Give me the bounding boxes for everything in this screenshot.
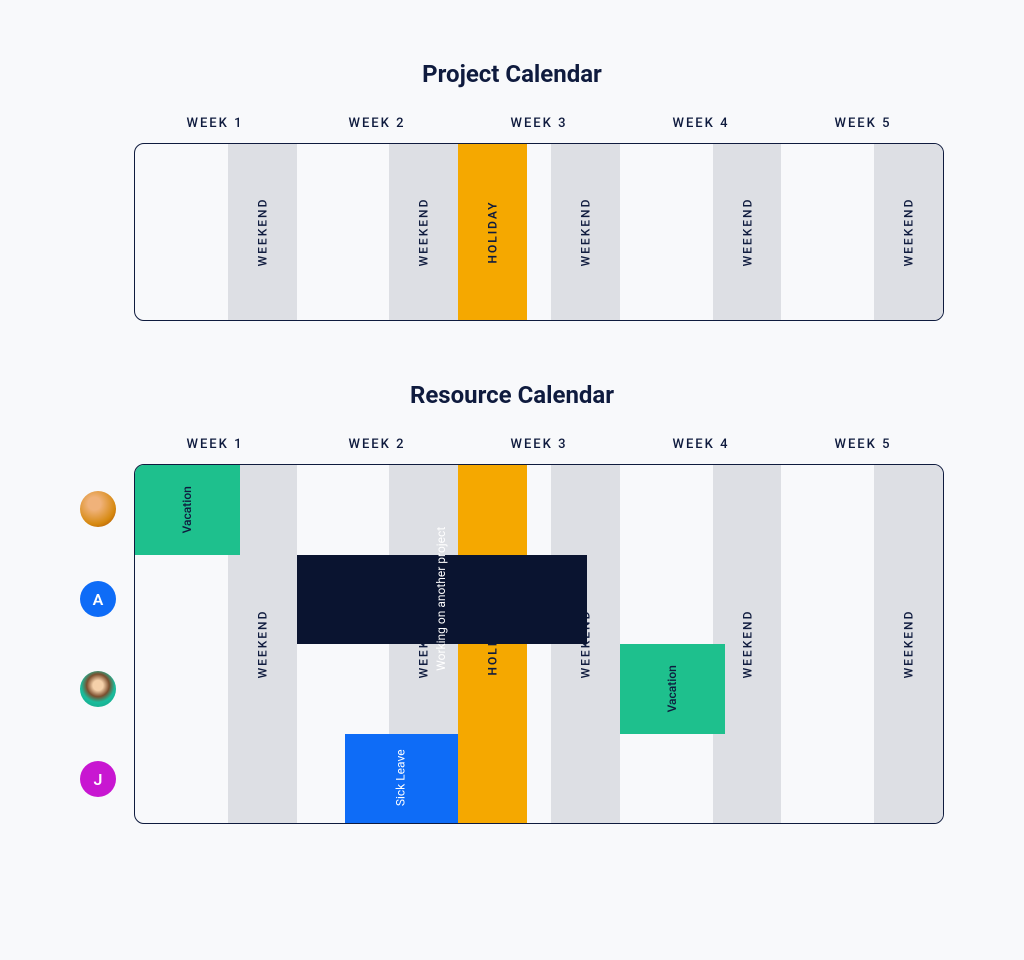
project-title: Project Calendar [80, 60, 944, 88]
resource-row: Vacation [135, 644, 943, 734]
week-header: WEEK 2 [296, 437, 458, 452]
weekend-strip: WEEKEND [228, 144, 297, 320]
resource-row: Working on another project [135, 555, 943, 645]
avatar [80, 491, 116, 527]
week-header: WEEK 1 [134, 116, 296, 131]
week-header: WEEK 3 [458, 437, 620, 452]
bar-sick-leave: Sick Leave [345, 734, 458, 824]
avatar: J [80, 761, 116, 797]
week-header: WEEK 4 [620, 437, 782, 452]
avatar-column: A J [80, 464, 134, 824]
holiday-strip: HOLIDAY [458, 144, 527, 320]
resource-wrapper: A J WEEKEND WEEKEND WEEKEND [80, 464, 944, 824]
bar-vacation: Vacation [135, 465, 240, 555]
project-board: WEEKEND WEEKEND WEEKEND WEEKEND WEEKEND … [134, 143, 944, 321]
bar-vacation: Vacation [620, 644, 725, 734]
avatar: A [80, 581, 116, 617]
resource-week-headers: WEEK 1 WEEK 2 WEEK 3 WEEK 4 WEEK 5 [134, 437, 944, 452]
week-header: WEEK 2 [296, 116, 458, 131]
project-week-headers: WEEK 1 WEEK 2 WEEK 3 WEEK 4 WEEK 5 [134, 116, 944, 131]
week-header: WEEK 5 [782, 437, 944, 452]
week-header: WEEK 3 [458, 116, 620, 131]
resource-board: WEEKEND WEEKEND WEEKEND WEEKEND WEEKEND [134, 464, 944, 824]
resource-title: Resource Calendar [80, 381, 944, 409]
resource-calendar-section: Resource Calendar WEEK 1 WEEK 2 WEEK 3 W… [80, 381, 944, 824]
project-columns: WEEKEND WEEKEND WEEKEND WEEKEND WEEKEND [135, 144, 943, 320]
week-header: WEEK 4 [620, 116, 782, 131]
week-header: WEEK 5 [782, 116, 944, 131]
resource-row: Vacation [135, 465, 943, 555]
project-calendar-section: Project Calendar WEEK 1 WEEK 2 WEEK 3 WE… [80, 60, 944, 321]
resource-row: Sick Leave [135, 734, 943, 824]
avatar [80, 671, 116, 707]
bar-working: Working on another project [297, 555, 588, 645]
weekend-strip: WEEKEND [713, 144, 782, 320]
week-header: WEEK 1 [134, 437, 296, 452]
weekend-strip: WEEKEND [874, 144, 943, 320]
resource-rows: Vacation Working on another project Vaca… [135, 465, 943, 823]
weekend-strip: WEEKEND [389, 144, 458, 320]
weekend-strip: WEEKEND [551, 144, 620, 320]
